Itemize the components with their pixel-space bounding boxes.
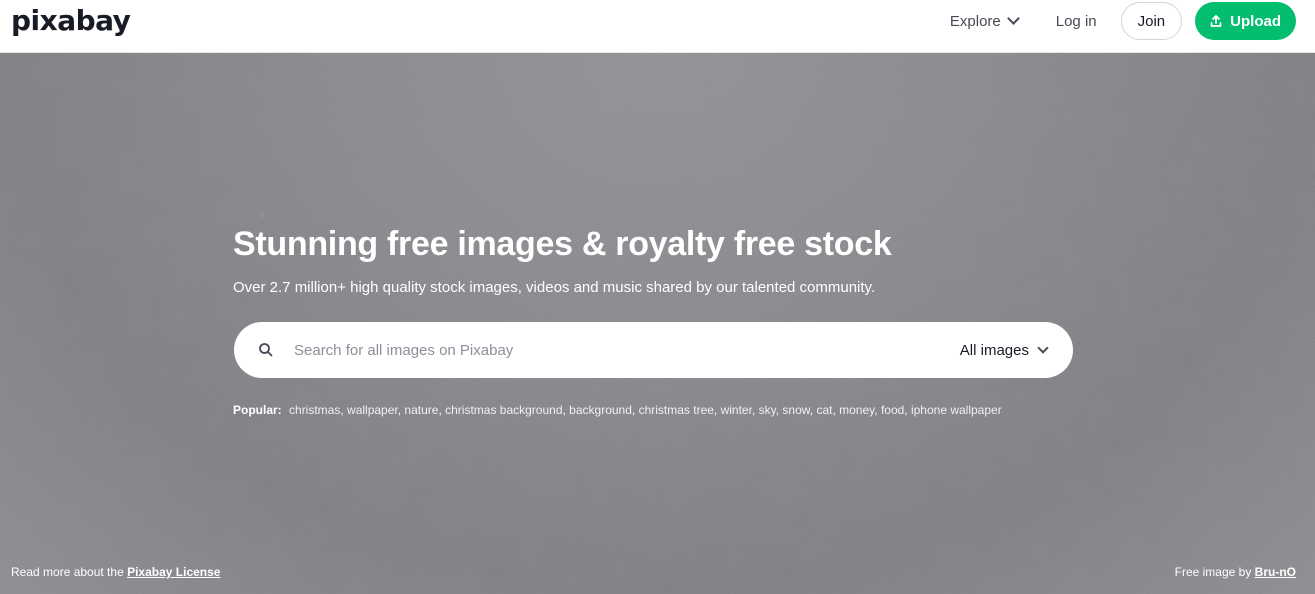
tag-separator: , xyxy=(713,403,721,417)
search-icon[interactable] xyxy=(258,342,274,358)
popular-tag[interactable]: winter xyxy=(721,403,752,417)
license-notice: Read more about the Pixabay License xyxy=(11,565,220,579)
tag-separator: , xyxy=(874,403,881,417)
license-prefix: Read more about the xyxy=(11,565,124,579)
explore-menu[interactable]: Explore xyxy=(949,12,1020,30)
popular-tag[interactable]: snow xyxy=(782,403,809,417)
credit-prefix: Free image by xyxy=(1174,565,1252,579)
chevron-down-icon xyxy=(1006,12,1020,25)
explore-label: Explore xyxy=(949,12,1001,30)
tag-separator: , xyxy=(631,403,639,417)
popular-tag[interactable]: food xyxy=(881,403,904,417)
popular-tag[interactable]: money xyxy=(839,403,874,417)
top-navbar: pixabay Explore Log in Join Upload xyxy=(0,0,1315,53)
upload-label: Upload xyxy=(1230,12,1281,30)
popular-tag[interactable]: christmas xyxy=(289,403,340,417)
popular-label: Popular: xyxy=(233,403,282,417)
hero-headline: Stunning free images & royalty free stoc… xyxy=(233,225,892,263)
search-input[interactable] xyxy=(294,341,960,359)
media-type-dropdown[interactable]: All images xyxy=(960,342,1073,359)
popular-tag[interactable]: background xyxy=(569,403,632,417)
popular-tag[interactable]: christmas tree xyxy=(639,403,714,417)
tag-separator: , xyxy=(751,403,759,417)
header-nav: Explore Log in Join Upload xyxy=(950,0,1296,42)
hero-subline: Over 2.7 million+ high quality stock ima… xyxy=(233,279,876,296)
tag-separator: , xyxy=(904,403,911,417)
popular-searches: Popular: christmas, wallpaper, nature, c… xyxy=(233,403,1002,417)
media-type-label: All images xyxy=(959,341,1029,359)
upload-icon xyxy=(1210,15,1222,27)
search-bar: All images xyxy=(234,322,1073,378)
popular-tag[interactable]: nature xyxy=(404,403,438,417)
hero-section: Stunning free images & royalty free stoc… xyxy=(0,53,1315,594)
license-link[interactable]: Pixabay License xyxy=(127,565,220,579)
join-button[interactable]: Join xyxy=(1120,2,1183,40)
popular-tag[interactable]: wallpaper xyxy=(347,403,398,417)
credit-link[interactable]: Bru-nO xyxy=(1255,565,1296,579)
popular-tag[interactable]: iphone wallpaper xyxy=(911,403,1002,417)
image-credit: Free image by Bru-nO xyxy=(1175,565,1296,579)
popular-tag[interactable]: cat xyxy=(816,403,832,417)
upload-button[interactable]: Upload xyxy=(1195,2,1296,40)
popular-tag[interactable]: christmas background xyxy=(445,403,562,417)
popular-tag[interactable]: sky xyxy=(759,403,776,417)
chevron-down-icon xyxy=(1037,342,1049,354)
pixabay-logo[interactable]: pixabay xyxy=(11,4,131,37)
login-link[interactable]: Log in xyxy=(1056,13,1097,30)
